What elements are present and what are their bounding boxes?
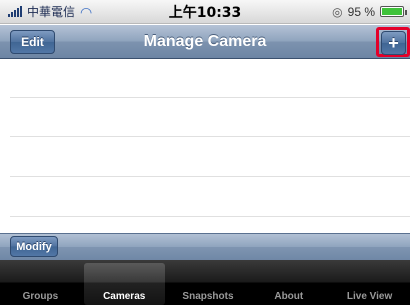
bottom-toolbar [0, 233, 410, 260]
wifi-icon: ◠ [80, 3, 93, 20]
carrier-name: 中華電信 [27, 5, 76, 19]
tab-cameras[interactable]: Cameras [83, 263, 165, 305]
battery-percentage: 95 % [347, 4, 375, 19]
signal-strength-icon [8, 6, 22, 17]
status-right: ◎ 95 % [332, 4, 407, 19]
edit-button[interactable]: Edit [10, 30, 55, 54]
tab-label: About [274, 291, 304, 302]
tab-groups[interactable]: Groups [0, 260, 81, 305]
modify-button[interactable]: Modify [10, 236, 58, 257]
navigation-bar: Manage Camera [0, 25, 410, 59]
add-camera-button[interactable]: + [381, 31, 406, 55]
table-row-separator [10, 97, 410, 98]
battery-fill [382, 8, 402, 15]
table-row-separator [10, 216, 410, 217]
tab-label: Cameras [103, 291, 146, 302]
tab-label: Live View [346, 291, 393, 302]
status-bar: 中華電信 ◠ 上午10:33 ◎ 95 % [0, 0, 410, 24]
orientation-lock-icon: ◎ [332, 4, 343, 19]
tab-label: Snapshots [182, 291, 234, 302]
status-left: 中華電信 ◠ [8, 3, 92, 20]
tab-snapshots[interactable]: Snapshots [168, 260, 249, 305]
tab-label: Groups [22, 291, 59, 302]
table-row-separator [10, 176, 410, 177]
battery-icon [380, 6, 407, 17]
page-title: Manage Camera [143, 33, 267, 50]
status-time: 上午10:33 [168, 4, 242, 21]
add-button-highlight: + [376, 27, 410, 57]
tab-bar: Groups Cameras Snapshots About Live View [0, 260, 410, 305]
table-row-separator [10, 136, 410, 137]
camera-list [0, 60, 410, 233]
tab-live-view[interactable]: Live View [329, 260, 410, 305]
tab-about[interactable]: About [248, 260, 329, 305]
